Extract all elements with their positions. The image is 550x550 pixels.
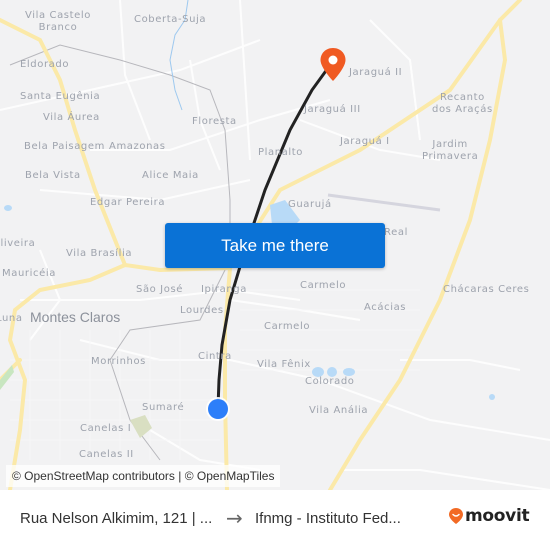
- place-label: Planalto: [258, 147, 304, 158]
- map[interactable]: Vila Castelo Branco Coberta-Suja Eldorado…: [0, 0, 550, 490]
- place-label: Bela Vista: [25, 170, 81, 181]
- place-label: Ipiranga: [201, 284, 247, 295]
- place-label: Jaraguá II: [349, 67, 403, 78]
- place-label: Bela Paisagem: [24, 141, 105, 152]
- place-label: Carmelo: [300, 280, 347, 291]
- city-label: Montes Claros: [30, 309, 121, 325]
- place-label: Carmelo: [264, 321, 311, 332]
- origin-text: Rua Nelson Alkimim, 121 | ...: [20, 510, 213, 527]
- place-label: Vila Anália: [309, 405, 369, 416]
- moovit-logo[interactable]: moovit: [448, 506, 530, 526]
- place-label: Vila Fênix: [257, 359, 311, 370]
- map-attribution[interactable]: © OpenStreetMap contributors | © OpenMap…: [6, 465, 281, 487]
- place-label: Jaraguá III: [304, 104, 361, 115]
- place-label: Acácias: [364, 302, 407, 313]
- place-label: Canelas I: [80, 423, 132, 434]
- place-label: Oliveira: [0, 238, 36, 249]
- place-label: Morrinhos: [91, 356, 146, 367]
- place-label: Canelas II: [79, 449, 134, 460]
- place-label: Eldorado: [20, 59, 70, 70]
- place-label: Guarujá: [288, 199, 332, 210]
- take-me-there-button[interactable]: Take me there: [165, 223, 385, 268]
- place-label: Vila Brasília: [66, 248, 133, 259]
- place-label: Alice Maia: [142, 170, 199, 181]
- place-label: Jaraguá I: [340, 136, 390, 147]
- place-label: Vila Áurea: [43, 112, 100, 123]
- place-label: Amazonas: [109, 141, 166, 152]
- place-label: Sumaré: [142, 402, 185, 413]
- place-label: Chácaras Ceres: [443, 284, 530, 295]
- arrow-right-icon: →: [226, 506, 243, 530]
- place-label: Mauricéia: [2, 268, 56, 279]
- place-label: Lourdes: [180, 305, 224, 316]
- place-label: São José: [136, 284, 184, 295]
- place-label: Floresta: [192, 116, 237, 127]
- destination-pin-icon[interactable]: [319, 47, 347, 83]
- destination-text: Ifnmg - Instituto Fed...: [255, 510, 401, 527]
- place-label: Cintra: [198, 351, 232, 362]
- place-label: Real: [384, 227, 408, 238]
- place-label: Luna: [0, 313, 23, 324]
- origin-dot-icon[interactable]: [205, 396, 231, 422]
- place-label: Santa Eugênia: [20, 91, 101, 102]
- moovit-pin-icon: [449, 508, 463, 524]
- place-label: Edgar Pereira: [90, 197, 166, 208]
- place-label: Vila Castelo Branco: [25, 10, 91, 33]
- place-label: Jardim Primavera: [422, 139, 479, 162]
- place-label: Recanto dos Araçás: [432, 92, 493, 115]
- moovit-wordmark: moovit: [465, 506, 530, 526]
- place-label: Colorado: [305, 376, 355, 387]
- place-label: Coberta-Suja: [134, 14, 207, 25]
